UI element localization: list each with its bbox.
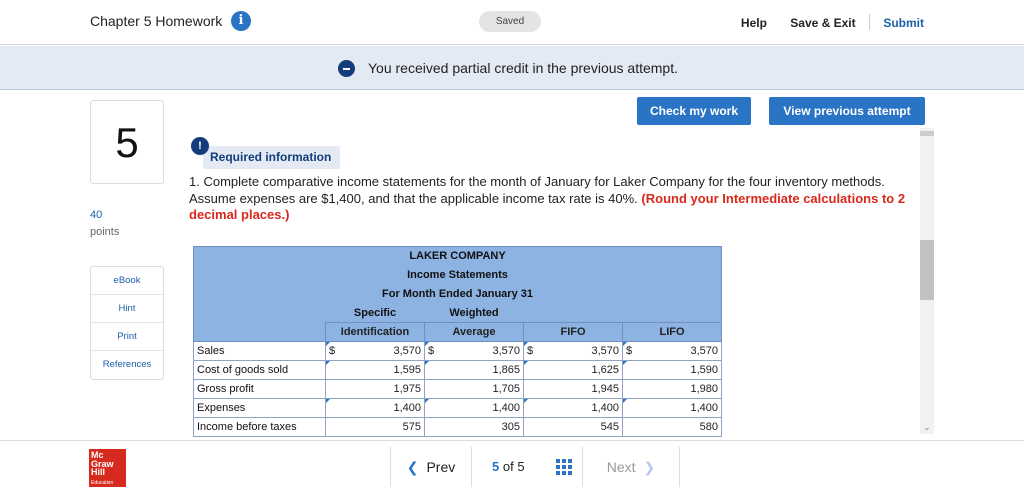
scroll-down-arrow-icon[interactable]: ⌄ [920,420,934,434]
col-top-lifo [622,303,722,323]
statement-period: For Month Ended January 31 [193,284,722,304]
cogs-lifo-input[interactable]: 1,590 [622,360,722,380]
question-number: 5 [90,100,164,184]
alert-icon: ! [191,137,209,155]
points-label: points [90,226,120,238]
chevron-left-icon: ❮ [406,459,419,475]
assignment-title: Chapter 5 Homework [90,13,223,29]
save-exit-link[interactable]: Save & Exit [790,16,855,30]
row-label: Sales [193,341,326,361]
row-label: Income before taxes [193,417,326,437]
sales-weighted-input[interactable]: $3,570 [424,341,524,361]
col-header-fifo: FIFO [523,322,623,342]
sidebar-item-print[interactable]: Print [91,323,163,351]
info-icon[interactable]: i [231,11,251,31]
sales-fifo-input[interactable]: $3,570 [523,341,623,361]
scrollbar-top-marker [920,131,934,136]
expenses-lifo-input[interactable]: 1,400 [622,398,722,418]
submit-link[interactable]: Submit [883,16,924,30]
sidebar-item-references[interactable]: References [91,351,163,379]
row-label: Cost of goods sold [193,360,326,380]
mcgraw-hill-logo: Mc Graw Hill Education [89,449,126,487]
divider [868,14,870,30]
sales-lifo-input[interactable]: $3,570 [622,341,722,361]
partial-credit-banner: You received partial credit in the previ… [0,46,1024,90]
expenses-fifo-input[interactable]: 1,400 [523,398,623,418]
income-before-taxes-weighted: 305 [424,417,524,437]
cogs-specific-input[interactable]: 1,595 [325,360,425,380]
current-question: 5 [492,459,500,474]
table-row: Income before taxes 575 305 545 580 [193,417,722,437]
gross-profit-lifo: 1,980 [622,379,722,399]
col-header-specific-identification: Identification [325,322,425,342]
sales-specific-input[interactable]: $3,570 [325,341,425,361]
expenses-specific-input[interactable]: 1,400 [325,398,425,418]
points-value: 40 [90,209,103,221]
row-label: Expenses [193,398,326,418]
sidebar-item-ebook[interactable]: eBook [91,267,163,295]
table-row: Sales $3,570 $3,570 $3,570 $3,570 [193,341,722,361]
col-top-specific: Specific [325,303,425,323]
saved-status-badge: Saved [479,11,541,32]
banner-message: You received partial credit in the previ… [368,60,678,76]
check-my-work-button[interactable]: Check my work [637,97,751,125]
question-text: 1. Complete comparative income statement… [189,174,911,224]
gross-profit-fifo: 1,945 [523,379,623,399]
total-questions: 5 [517,459,525,474]
top-actions: Help Save & Exit Submit [721,14,924,30]
question-pager[interactable]: 5 of 5 [492,459,525,474]
sidebar-item-hint[interactable]: Hint [91,295,163,323]
help-link[interactable]: Help [741,16,767,30]
scrollbar-thumb[interactable] [920,240,934,300]
view-previous-attempt-button[interactable]: View previous attempt [769,97,925,125]
cogs-weighted-input[interactable]: 1,865 [424,360,524,380]
prev-button[interactable]: ❮ Prev [390,447,472,487]
gross-profit-specific: 1,975 [325,379,425,399]
income-before-taxes-fifo: 545 [523,417,623,437]
required-information-label[interactable]: Required information [203,146,340,169]
top-bar: Chapter 5 Homework i Saved Help Save & E… [0,0,1024,45]
resource-sidebar: eBook Hint Print References [90,266,164,380]
cogs-fifo-input[interactable]: 1,625 [523,360,623,380]
expenses-weighted-input[interactable]: 1,400 [424,398,524,418]
table-row: Gross profit 1,975 1,705 1,945 1,980 [193,379,722,399]
chevron-right-icon: ❯ [643,459,656,475]
income-before-taxes-specific: 575 [325,417,425,437]
next-button[interactable]: Next ❯ [582,447,680,487]
grid-icon[interactable] [556,459,572,475]
row-label: Gross profit [193,379,326,399]
company-name: LAKER COMPANY [193,246,722,266]
statement-title: Income Statements [193,265,722,285]
gross-profit-weighted: 1,705 [424,379,524,399]
income-statement-table: LAKER COMPANY Income Statements For Mont… [193,246,722,437]
col-top-weighted: Weighted [424,303,524,323]
col-header-weighted-average: Average [424,322,524,342]
col-top-fifo [523,303,623,323]
col-header-lifo: LIFO [622,322,722,342]
minus-circle-icon [338,60,355,77]
table-row: Cost of goods sold 1,595 1,865 1,625 1,5… [193,360,722,380]
table-row: Expenses 1,400 1,400 1,400 1,400 [193,398,722,418]
income-before-taxes-lifo: 580 [622,417,722,437]
